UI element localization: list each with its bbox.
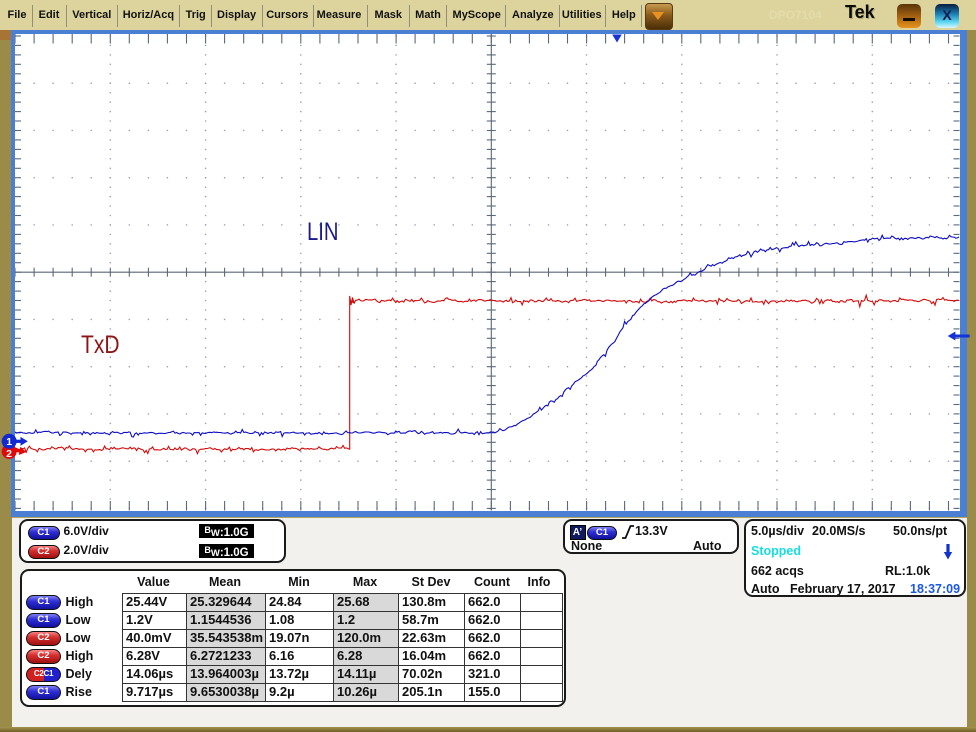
svg-text:TxD: TxD: [81, 331, 120, 359]
svg-text:LIN: LIN: [307, 218, 339, 246]
svg-text:2: 2: [6, 448, 12, 460]
svg-text:1: 1: [6, 436, 12, 448]
